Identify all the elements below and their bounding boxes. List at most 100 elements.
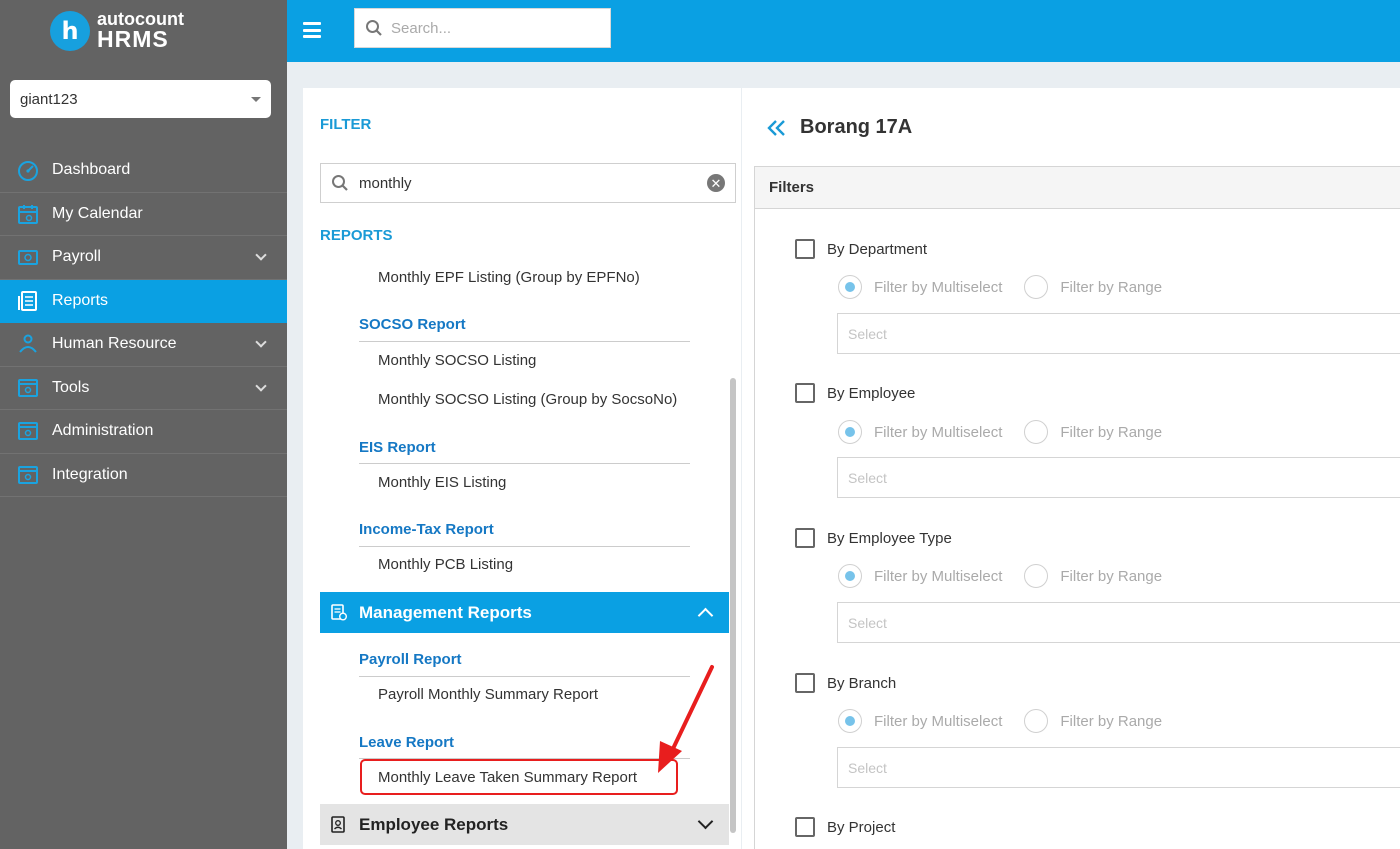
select-placeholder: Select — [848, 325, 887, 342]
report-link-monthly-socso[interactable]: Monthly SOCSO Listing — [378, 352, 536, 369]
report-group-eis: EIS Report — [359, 439, 436, 456]
highlight-annotation-box — [360, 759, 678, 795]
global-search[interactable] — [354, 8, 611, 48]
checkbox[interactable] — [795, 383, 815, 403]
radio-multiselect[interactable] — [838, 564, 862, 588]
double-chevron-left-icon[interactable] — [767, 119, 787, 137]
divider — [359, 546, 690, 547]
red-arrow-annotation — [658, 665, 714, 773]
radio-range[interactable] — [1024, 420, 1049, 444]
report-search[interactable]: ✕ — [320, 163, 736, 203]
chevron-down-icon — [697, 813, 714, 830]
integration-icon — [16, 463, 40, 487]
chevron-down-icon — [255, 249, 267, 261]
branch-select[interactable]: Select — [837, 747, 1400, 788]
radio-label: Filter by Range — [1060, 278, 1163, 296]
sidebar-item-human-resource[interactable]: Human Resource — [0, 323, 287, 367]
radio-label: Filter by Multiselect — [874, 712, 1003, 730]
department-select[interactable]: Select — [837, 313, 1400, 354]
radio-multiselect[interactable] — [838, 709, 862, 733]
report-group-payroll: Payroll Report — [359, 651, 462, 668]
radio-multiselect[interactable] — [838, 275, 862, 299]
human-resource-icon — [16, 332, 40, 356]
report-link-monthly-pcb[interactable]: Monthly PCB Listing — [378, 556, 513, 573]
logo[interactable]: h autocount HRMS — [50, 10, 184, 51]
sidebar-item-reports[interactable]: Reports — [0, 279, 287, 323]
sidebar-item-integration[interactable]: Integration — [0, 454, 287, 497]
employee-select[interactable]: Select — [837, 457, 1400, 498]
report-search-input[interactable] — [359, 174, 707, 192]
divider — [359, 463, 690, 464]
reports-icon — [16, 289, 40, 313]
sidebar-item-label: Administration — [52, 422, 154, 440]
sidebar: h autocount HRMS giant123 Dashboard My C… — [0, 0, 287, 849]
sidebar-item-my-calendar[interactable]: My Calendar — [0, 193, 287, 236]
filters-box: Filters By Department Filter by Multisel… — [754, 166, 1400, 849]
checkbox[interactable] — [795, 673, 815, 693]
report-main-panel: Borang 17A Filters By Department Filter … — [742, 88, 1400, 849]
report-link-monthly-epf-group[interactable]: Monthly EPF Listing (Group by EPFNo) — [378, 269, 640, 286]
radio-range[interactable] — [1024, 709, 1049, 733]
radio-label: Filter by Multiselect — [874, 278, 1003, 296]
checkbox[interactable] — [795, 817, 815, 837]
checkbox-by-branch[interactable]: By Branch — [795, 673, 896, 693]
report-link-payroll-monthly-summary[interactable]: Payroll Monthly Summary Report — [378, 686, 598, 703]
radio-range[interactable] — [1024, 275, 1049, 299]
section-employee-reports[interactable]: Employee Reports — [320, 804, 729, 845]
report-group-socso: SOCSO Report — [359, 316, 466, 333]
search-icon — [366, 20, 382, 36]
dashboard-icon — [16, 158, 40, 182]
employee-type-select[interactable]: Select — [837, 602, 1400, 643]
sidebar-item-label: Human Resource — [52, 335, 177, 353]
sidebar-item-dashboard[interactable]: Dashboard — [0, 149, 287, 193]
radio-group: Filter by Multiselect Filter by Range — [838, 275, 1162, 299]
company-select-value: giant123 — [20, 90, 78, 108]
report-group-leave: Leave Report — [359, 734, 455, 751]
payroll-icon — [16, 245, 40, 269]
select-placeholder: Select — [848, 469, 887, 486]
section-management-reports[interactable]: Management Reports — [320, 592, 729, 633]
sidebar-nav: Dashboard My Calendar Payroll Reports Hu… — [0, 149, 287, 497]
reports-heading: REPORTS — [320, 227, 393, 244]
divider — [359, 676, 690, 677]
radio-range[interactable] — [1024, 564, 1049, 588]
sidebar-item-tools[interactable]: Tools — [0, 367, 287, 410]
global-search-input[interactable] — [391, 19, 591, 37]
checkbox-label: By Employee Type — [827, 529, 952, 547]
report-link-monthly-socso-group[interactable]: Monthly SOCSO Listing (Group by SocsoNo) — [378, 391, 677, 408]
calendar-icon — [16, 202, 40, 226]
sidebar-item-label: My Calendar — [52, 204, 143, 222]
radio-group: Filter by Multiselect Filter by Range — [838, 709, 1162, 733]
checkbox-by-employee[interactable]: By Employee — [795, 383, 915, 403]
top-bar — [287, 0, 1400, 62]
report-doc-icon — [330, 604, 348, 622]
sidebar-item-payroll[interactable]: Payroll — [0, 236, 287, 280]
menu-toggle-icon[interactable] — [303, 22, 321, 38]
checkbox-by-department[interactable]: By Department — [795, 239, 927, 259]
report-filter-panel: FILTER ✕ REPORTS Monthly EPF Listing (Gr… — [303, 88, 741, 849]
sidebar-item-administration[interactable]: Administration — [0, 410, 287, 454]
radio-label: Filter by Range — [1060, 712, 1163, 730]
page-title: Borang 17A — [800, 116, 913, 138]
radio-multiselect[interactable] — [838, 420, 862, 444]
report-group-income-tax: Income-Tax Report — [359, 521, 494, 538]
sidebar-item-label: Payroll — [52, 248, 101, 266]
caret-down-icon — [251, 96, 261, 102]
section-title: Management Reports — [359, 602, 532, 622]
checkbox-label: By Project — [827, 818, 896, 836]
report-link-monthly-eis[interactable]: Monthly EIS Listing — [378, 474, 506, 491]
tools-icon — [16, 376, 40, 400]
chevron-up-icon — [697, 607, 714, 624]
clear-search-icon[interactable]: ✕ — [707, 174, 725, 192]
logo-text: autocount HRMS — [97, 10, 184, 51]
radio-label: Filter by Multiselect — [874, 567, 1003, 585]
checkbox-by-project[interactable]: By Project — [795, 817, 895, 837]
checkbox-label: By Department — [827, 240, 928, 258]
scrollbar[interactable] — [730, 378, 736, 833]
checkbox-label: By Branch — [827, 674, 897, 692]
radio-group: Filter by Multiselect Filter by Range — [838, 564, 1162, 588]
checkbox-by-employee-type[interactable]: By Employee Type — [795, 528, 952, 548]
checkbox[interactable] — [795, 528, 815, 548]
company-select[interactable]: giant123 — [10, 80, 271, 118]
checkbox[interactable] — [795, 239, 815, 259]
